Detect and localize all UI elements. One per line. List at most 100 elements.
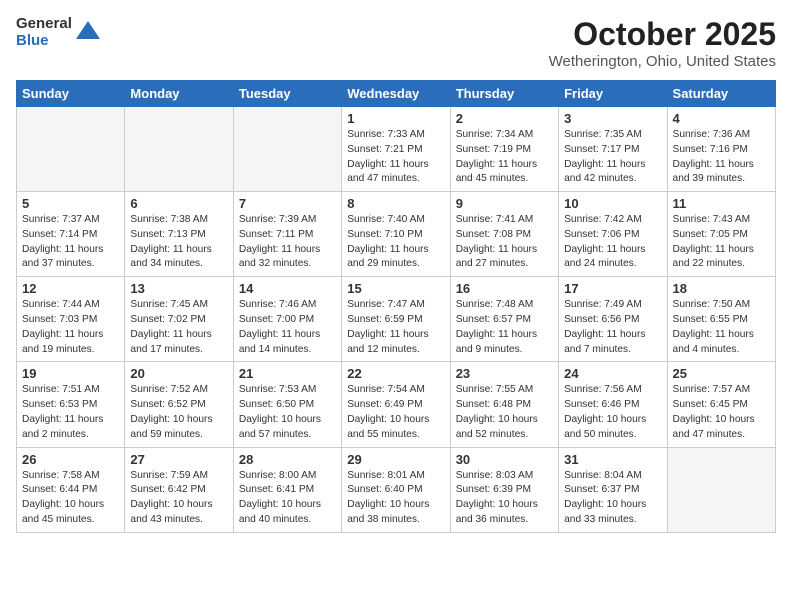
calendar-cell: 31 Sunrise: 8:04 AMSunset: 6:37 PMDayligh… xyxy=(559,447,667,532)
page-header: General Blue October 2025 Wetherington, … xyxy=(16,16,776,70)
calendar-week-4: 19 Sunrise: 7:51 AMSunset: 6:53 PMDayligh… xyxy=(17,362,776,447)
month-title: October 2025 xyxy=(549,16,776,53)
day-info: Sunrise: 7:47 AMSunset: 6:59 PMDaylight:… xyxy=(347,298,444,357)
day-number: 10 xyxy=(564,196,661,211)
day-info: Sunrise: 8:03 AMSunset: 6:39 PMDaylight:… xyxy=(456,469,553,528)
day-info: Sunrise: 7:42 AMSunset: 7:06 PMDaylight:… xyxy=(564,213,661,272)
calendar-cell: 26Sunrise: 7:58 AMSunset: 6:44 PMDayligh… xyxy=(17,447,125,532)
day-header-wednesday: Wednesday xyxy=(342,81,450,107)
day-info: Sunrise: 7:45 AMSunset: 7:02 PMDaylight:… xyxy=(130,298,227,357)
calendar-cell: 18 Sunrise: 7:50 AMSunset: 6:55 PMDayligh… xyxy=(667,277,775,362)
day-info: Sunrise: 7:51 AMSunset: 6:53 PMDaylight:… xyxy=(22,383,119,442)
calendar-cell: 3Sunrise: 7:35 AMSunset: 7:17 PMDaylight… xyxy=(559,107,667,192)
day-number: 7 xyxy=(239,196,336,211)
day-number: 1 xyxy=(347,111,444,126)
day-number: 8 xyxy=(347,196,444,211)
calendar-cell: 22 Sunrise: 7:54 AMSunset: 6:49 PMDayligh… xyxy=(342,362,450,447)
calendar-cell: 6 Sunrise: 7:38 AMSunset: 7:13 PMDaylight… xyxy=(125,192,233,277)
logo-line2: Blue xyxy=(16,33,72,50)
day-info: Sunrise: 7:41 AMSunset: 7:08 PMDaylight:… xyxy=(456,213,553,272)
day-info: Sunrise: 8:01 AMSunset: 6:40 PMDaylight:… xyxy=(347,469,444,528)
day-info: Sunrise: 7:46 AMSunset: 7:00 PMDaylight:… xyxy=(239,298,336,357)
day-number: 29 xyxy=(347,452,444,467)
logo-line1: General xyxy=(16,16,72,33)
calendar-cell: 17Sunrise: 7:49 AMSunset: 6:56 PMDayligh… xyxy=(559,277,667,362)
day-info: Sunrise: 7:33 AMSunset: 7:21 PMDaylight:… xyxy=(347,128,444,187)
day-info: Sunrise: 7:50 AMSunset: 6:55 PMDaylight:… xyxy=(673,298,770,357)
calendar-cell: 25 Sunrise: 7:57 AMSunset: 6:45 PMDayligh… xyxy=(667,362,775,447)
day-header-sunday: Sunday xyxy=(17,81,125,107)
day-number: 14 xyxy=(239,281,336,296)
day-info: Sunrise: 7:39 AMSunset: 7:11 PMDaylight:… xyxy=(239,213,336,272)
calendar-cell: 23Sunrise: 7:55 AMSunset: 6:48 PMDayligh… xyxy=(450,362,558,447)
day-info: Sunrise: 7:55 AMSunset: 6:48 PMDaylight:… xyxy=(456,383,553,442)
day-info: Sunrise: 7:52 AMSunset: 6:52 PMDaylight:… xyxy=(130,383,227,442)
calendar-week-5: 26Sunrise: 7:58 AMSunset: 6:44 PMDayligh… xyxy=(17,447,776,532)
day-info: Sunrise: 7:40 AMSunset: 7:10 PMDaylight:… xyxy=(347,213,444,272)
day-number: 28 xyxy=(239,452,336,467)
calendar-cell: 16Sunrise: 7:48 AMSunset: 6:57 PMDayligh… xyxy=(450,277,558,362)
calendar-cell: 19 Sunrise: 7:51 AMSunset: 6:53 PMDayligh… xyxy=(17,362,125,447)
calendar-cell: 21 Sunrise: 7:53 AMSunset: 6:50 PMDayligh… xyxy=(233,362,341,447)
day-info: Sunrise: 7:53 AMSunset: 6:50 PMDaylight:… xyxy=(239,383,336,442)
calendar-cell: 13 Sunrise: 7:45 AMSunset: 7:02 PMDayligh… xyxy=(125,277,233,362)
calendar-cell: 9 Sunrise: 7:41 AMSunset: 7:08 PMDaylight… xyxy=(450,192,558,277)
day-number: 12 xyxy=(22,281,119,296)
day-number: 9 xyxy=(456,196,553,211)
day-header-friday: Friday xyxy=(559,81,667,107)
day-number: 19 xyxy=(22,366,119,381)
day-number: 22 xyxy=(347,366,444,381)
calendar-cell xyxy=(125,107,233,192)
calendar-cell: 11Sunrise: 7:43 AMSunset: 7:05 PMDayligh… xyxy=(667,192,775,277)
calendar-table: SundayMondayTuesdayWednesdayThursdayFrid… xyxy=(16,80,776,533)
day-number: 20 xyxy=(130,366,227,381)
day-info: Sunrise: 8:04 AMSunset: 6:37 PMDaylight:… xyxy=(564,469,661,528)
calendar-cell: 20 Sunrise: 7:52 AMSunset: 6:52 PMDayligh… xyxy=(125,362,233,447)
day-number: 24 xyxy=(564,366,661,381)
calendar-cell: 1 Sunrise: 7:33 AMSunset: 7:21 PMDaylight… xyxy=(342,107,450,192)
calendar-cell xyxy=(17,107,125,192)
day-header-monday: Monday xyxy=(125,81,233,107)
logo: General Blue xyxy=(16,16,102,49)
calendar-cell xyxy=(667,447,775,532)
calendar-cell: 28 Sunrise: 8:00 AMSunset: 6:41 PMDayligh… xyxy=(233,447,341,532)
day-info: Sunrise: 7:38 AMSunset: 7:13 PMDaylight:… xyxy=(130,213,227,272)
logo-icon xyxy=(74,19,102,47)
day-number: 13 xyxy=(130,281,227,296)
calendar-cell: 2Sunrise: 7:34 AMSunset: 7:19 PMDaylight… xyxy=(450,107,558,192)
day-info: Sunrise: 7:34 AMSunset: 7:19 PMDaylight:… xyxy=(456,128,553,187)
day-info: Sunrise: 7:59 AMSunset: 6:42 PMDaylight:… xyxy=(130,469,227,528)
day-info: Sunrise: 7:54 AMSunset: 6:49 PMDaylight:… xyxy=(347,383,444,442)
day-header-saturday: Saturday xyxy=(667,81,775,107)
day-info: Sunrise: 7:36 AMSunset: 7:16 PMDaylight:… xyxy=(673,128,770,187)
location: Wetherington, Ohio, United States xyxy=(549,53,776,70)
day-number: 30 xyxy=(456,452,553,467)
calendar-cell: 12Sunrise: 7:44 AMSunset: 7:03 PMDayligh… xyxy=(17,277,125,362)
day-info: Sunrise: 7:37 AMSunset: 7:14 PMDaylight:… xyxy=(22,213,119,272)
calendar-cell: 30 Sunrise: 8:03 AMSunset: 6:39 PMDayligh… xyxy=(450,447,558,532)
day-info: Sunrise: 8:00 AMSunset: 6:41 PMDaylight:… xyxy=(239,469,336,528)
calendar-cell: 29 Sunrise: 8:01 AMSunset: 6:40 PMDayligh… xyxy=(342,447,450,532)
calendar-cell: 5Sunrise: 7:37 AMSunset: 7:14 PMDaylight… xyxy=(17,192,125,277)
day-number: 18 xyxy=(673,281,770,296)
calendar-header-row: SundayMondayTuesdayWednesdayThursdayFrid… xyxy=(17,81,776,107)
calendar-week-3: 12Sunrise: 7:44 AMSunset: 7:03 PMDayligh… xyxy=(17,277,776,362)
day-header-thursday: Thursday xyxy=(450,81,558,107)
day-number: 17 xyxy=(564,281,661,296)
day-number: 15 xyxy=(347,281,444,296)
day-info: Sunrise: 7:48 AMSunset: 6:57 PMDaylight:… xyxy=(456,298,553,357)
day-number: 31 xyxy=(564,452,661,467)
day-number: 11 xyxy=(673,196,770,211)
day-info: Sunrise: 7:35 AMSunset: 7:17 PMDaylight:… xyxy=(564,128,661,187)
calendar-cell: 10 Sunrise: 7:42 AMSunset: 7:06 PMDayligh… xyxy=(559,192,667,277)
day-info: Sunrise: 7:57 AMSunset: 6:45 PMDaylight:… xyxy=(673,383,770,442)
calendar-cell: 14 Sunrise: 7:46 AMSunset: 7:00 PMDayligh… xyxy=(233,277,341,362)
day-number: 25 xyxy=(673,366,770,381)
day-number: 21 xyxy=(239,366,336,381)
day-number: 6 xyxy=(130,196,227,211)
calendar-cell: 27 Sunrise: 7:59 AMSunset: 6:42 PMDayligh… xyxy=(125,447,233,532)
calendar-cell: 15 Sunrise: 7:47 AMSunset: 6:59 PMDayligh… xyxy=(342,277,450,362)
calendar-week-1: 1 Sunrise: 7:33 AMSunset: 7:21 PMDaylight… xyxy=(17,107,776,192)
day-number: 27 xyxy=(130,452,227,467)
calendar-cell: 8 Sunrise: 7:40 AMSunset: 7:10 PMDaylight… xyxy=(342,192,450,277)
